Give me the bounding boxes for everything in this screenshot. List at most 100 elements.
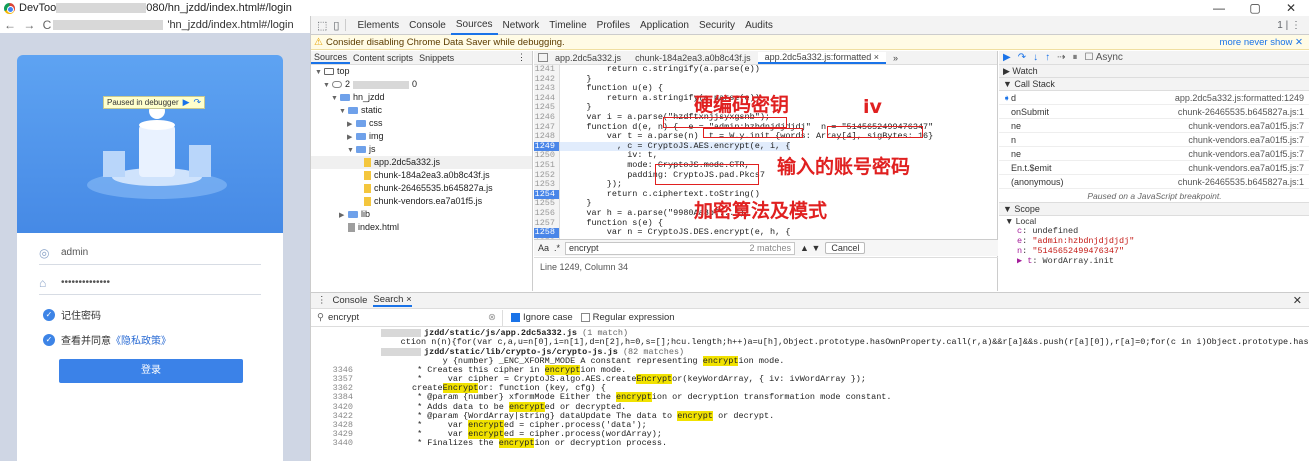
more-icon[interactable]: ⋮ [514, 52, 532, 63]
login-button[interactable]: 登录 [59, 359, 243, 383]
warning-links[interactable]: more never show ✕ [1220, 37, 1309, 48]
regex-toggle[interactable]: .* [554, 243, 560, 253]
tree-item-js[interactable]: ▼ js [311, 143, 532, 156]
step-over-icon[interactable]: ↷ [194, 97, 202, 108]
toggle-navigator-icon[interactable] [538, 53, 548, 62]
call-frame[interactable]: En.t.$emit chunk-vendors.ea7a01f5.js:7 [999, 161, 1309, 175]
scope-variable[interactable]: c: undefined [999, 226, 1309, 236]
resume-icon[interactable]: ▶ [183, 97, 190, 108]
search-result-line[interactable]: 3440 * Finalizes the encryption or decry… [311, 437, 1309, 448]
agree-checkbox[interactable]: ✓ 查看并同意 《隐私政策》 [43, 332, 171, 347]
maximize-button[interactable]: ▢ [1237, 0, 1273, 16]
tree-item-chunk-184a2ea3-a0b8c43f-js[interactable]: chunk-184a2ea3.a0b8c43f.js [311, 169, 532, 182]
tree-item-hn-jzdd[interactable]: ▼ hn_jzdd [311, 91, 532, 104]
call-frame[interactable]: n chunk-vendors.ea7a01f5.js:7 [999, 133, 1309, 147]
frame-function: onSubmit [1011, 107, 1050, 117]
call-stack-section[interactable]: ▼ Call Stack [999, 78, 1309, 91]
search-result-line[interactable]: ction n(n){for(var c,a,u=n[0],i=n[1],d=n… [311, 337, 1309, 347]
pause-on-exceptions-icon[interactable]: ⏸ [1072, 52, 1077, 63]
tab-profiles[interactable]: Profiles [592, 16, 635, 35]
minimize-button[interactable]: — [1201, 0, 1237, 16]
url-text[interactable]: 'hn_jzdd/index.html#/login [167, 19, 293, 31]
tree-item-chunk-vendors-ea7a01f5-js[interactable]: chunk-vendors.ea7a01f5.js [311, 195, 532, 208]
tree-item-css[interactable]: ▶ css [311, 117, 532, 130]
devtools-tabbar: ⬚ ▯ Elements Console Sources Network Tim… [311, 16, 1309, 35]
search-match-highlight: Encrypt [636, 374, 673, 385]
tab-timeline[interactable]: Timeline [544, 16, 591, 35]
drawer-tab-console[interactable]: Console [333, 295, 368, 306]
close-button[interactable]: ✕ [1273, 0, 1309, 16]
scope-section[interactable]: ▼ Scope [999, 203, 1309, 216]
scope-variable[interactable]: n: "5145652499476347" [999, 246, 1309, 256]
annotation-algorithm-mode: 加密算法及模式 [694, 200, 828, 222]
file-icon [364, 171, 371, 181]
tree-item-static[interactable]: ▼ static [311, 104, 532, 117]
tab-network[interactable]: Network [498, 16, 545, 35]
scope-variable[interactable]: ▶ t: WordArray.init [999, 256, 1309, 266]
watch-section[interactable]: ▶ Watch [999, 65, 1309, 78]
step-into-icon[interactable]: ↓ [1033, 52, 1038, 63]
call-frame[interactable]: ➧ d app.2dc5a332.js:formatted:1249 [999, 91, 1309, 105]
file-icon [364, 184, 371, 194]
nav-buttons[interactable]: ← → C [4, 18, 53, 32]
ignore-case-checkbox[interactable]: Ignore case [511, 312, 573, 323]
tab-content-scripts[interactable]: Content scripts [350, 53, 416, 63]
find-nav-buttons[interactable]: ▲ ▼ [800, 243, 820, 253]
frame-location[interactable]: app.2dc5a332.js:formatted:1249 [1175, 91, 1304, 104]
tab-console[interactable]: Console [404, 16, 451, 35]
device-icon[interactable]: ▯ [333, 19, 339, 32]
tree-item-lib[interactable]: ▶ lib [311, 208, 532, 221]
frame-location[interactable]: chunk-26465535.b645827a.js:1 [1178, 105, 1304, 118]
frame-location[interactable]: chunk-vendors.ea7a01f5.js:7 [1188, 119, 1304, 132]
tab-audits[interactable]: Audits [740, 16, 778, 35]
call-frame[interactable]: ne chunk-vendors.ea7a01f5.js:7 [999, 147, 1309, 161]
global-search-input[interactable]: ⚲ encrypt ⊗ [311, 309, 503, 326]
drawer-menu-icon[interactable]: ⋮ [317, 295, 327, 306]
tree-item-chunk-26465535-b645827a-js[interactable]: chunk-26465535.b645827a.js [311, 182, 532, 195]
inspect-icon[interactable]: ⬚ [317, 19, 327, 32]
find-cancel-button[interactable]: Cancel [825, 242, 866, 254]
tree-item-app-2dc5a332-js[interactable]: app.2dc5a332.js [311, 156, 532, 169]
step-out-icon[interactable]: ↑ [1045, 52, 1050, 63]
step-over-icon[interactable]: ↷ [1018, 52, 1026, 63]
tab-sources[interactable]: Sources [450, 16, 498, 35]
frame-location[interactable]: chunk-vendors.ea7a01f5.js:7 [1188, 161, 1304, 174]
match-case-toggle[interactable]: Aa [538, 243, 549, 253]
frame-location[interactable]: chunk-vendors.ea7a01f5.js:7 [1188, 133, 1304, 146]
username-field[interactable]: ◎ admin [39, 241, 261, 265]
tree-item-top[interactable]: ▼ top [311, 65, 532, 78]
password-field[interactable]: ⌂ •••••••••••••• [39, 271, 261, 295]
tab-elements[interactable]: Elements [352, 16, 404, 35]
editor-tab[interactable]: chunk-184a2ea3.a0b8c43f.js [628, 53, 758, 63]
devtools-menu[interactable]: 1 | ⋮ [1277, 20, 1309, 31]
resume-icon[interactable]: ▶ [1003, 52, 1011, 63]
local-scope[interactable]: ▼ Local [999, 216, 1309, 226]
call-frame[interactable]: ne chunk-vendors.ea7a01f5.js:7 [999, 119, 1309, 133]
tab-application[interactable]: Application [635, 16, 694, 35]
tab-snippets[interactable]: Snippets [416, 53, 457, 63]
window-title-suffix: 080/hn_jzdd/index.html#/login [146, 2, 292, 14]
find-input[interactable]: encrypt 2 matches [565, 241, 796, 255]
clear-search-icon[interactable]: ⊗ [488, 312, 496, 323]
search-match-highlight: encrypt [616, 392, 652, 403]
deactivate-breakpoints-icon[interactable]: ⇢ [1057, 52, 1065, 63]
editor-tab-active[interactable]: app.2dc5a332.js:formatted × [757, 51, 886, 64]
tree-item-img[interactable]: ▶ img [311, 130, 532, 143]
more-tabs-icon[interactable]: » [886, 53, 905, 63]
call-frame[interactable]: onSubmit chunk-26465535.b645827a.js:1 [999, 105, 1309, 119]
privacy-policy-link[interactable]: 《隐私政策》 [111, 332, 171, 347]
call-frame[interactable]: (anonymous) chunk-26465535.b645827a.js:1 [999, 175, 1309, 189]
scope-variable[interactable]: e: "admin:hzbdnjdjdjdj" [999, 236, 1309, 246]
async-checkbox[interactable]: ☐ Async [1084, 52, 1122, 63]
tree-item-index-html[interactable]: index.html [311, 221, 532, 234]
drawer-close-icon[interactable]: ✕ [1293, 294, 1309, 307]
frame-location[interactable]: chunk-vendors.ea7a01f5.js:7 [1188, 147, 1304, 160]
remember-checkbox[interactable]: ✓ 记住密码 [43, 307, 101, 322]
tree-item-2[interactable]: ▼ 2 0 [311, 78, 532, 91]
tab-security[interactable]: Security [694, 16, 740, 35]
tab-sources-nav[interactable]: Sources [311, 52, 351, 64]
frame-location[interactable]: chunk-26465535.b645827a.js:1 [1178, 175, 1304, 188]
regex-checkbox[interactable]: Regular expression [580, 312, 675, 323]
drawer-tab-search[interactable]: Search × [373, 294, 412, 307]
editor-tab[interactable]: app.2dc5a332.js [548, 53, 628, 63]
